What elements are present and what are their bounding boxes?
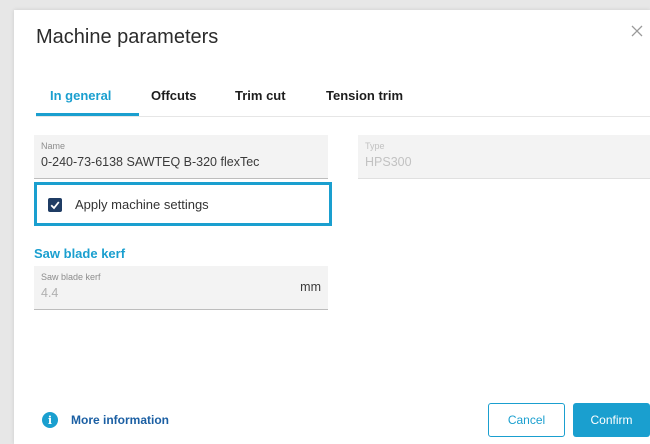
tab-trim-cut[interactable]: Trim cut — [235, 88, 286, 103]
more-information-link[interactable]: i More information — [42, 412, 169, 428]
cancel-button[interactable]: Cancel — [488, 403, 565, 437]
saw-blade-kerf-label: Saw blade kerf — [41, 272, 101, 282]
saw-blade-kerf-heading: Saw blade kerf — [34, 246, 126, 261]
dialog-title: Machine parameters — [36, 26, 219, 48]
saw-blade-kerf-value: 4.4 — [41, 286, 59, 300]
apply-machine-settings-checkbox[interactable] — [48, 198, 62, 212]
tab-bar: In general Offcuts Trim cut Tension trim — [36, 80, 650, 117]
close-icon[interactable] — [628, 22, 646, 40]
checkmark-icon — [50, 201, 60, 210]
type-field: Type HPS300 — [358, 135, 650, 179]
confirm-button[interactable]: Confirm — [573, 403, 650, 437]
type-field-label: Type — [365, 141, 385, 151]
apply-machine-settings-row[interactable]: Apply machine settings — [34, 182, 332, 226]
apply-machine-settings-label: Apply machine settings — [75, 197, 209, 212]
name-field[interactable]: Name 0-240-73-6138 SAWTEQ B-320 flexTec — [34, 135, 328, 179]
saw-blade-kerf-unit: mm — [300, 280, 321, 294]
tab-tension-trim[interactable]: Tension trim — [326, 88, 403, 103]
name-field-label: Name — [41, 141, 66, 151]
tab-in-general[interactable]: In general — [50, 88, 111, 103]
info-icon: i — [42, 412, 58, 428]
more-information-label: More information — [71, 413, 169, 427]
saw-blade-kerf-field[interactable]: Saw blade kerf 4.4 mm — [34, 266, 328, 310]
type-field-value: HPS300 — [365, 155, 412, 169]
tab-offcuts[interactable]: Offcuts — [151, 88, 197, 103]
name-field-value: 0-240-73-6138 SAWTEQ B-320 flexTec — [41, 155, 260, 169]
machine-parameters-dialog: Machine parameters In general Offcuts Tr… — [14, 10, 650, 444]
active-tab-indicator — [36, 113, 139, 116]
